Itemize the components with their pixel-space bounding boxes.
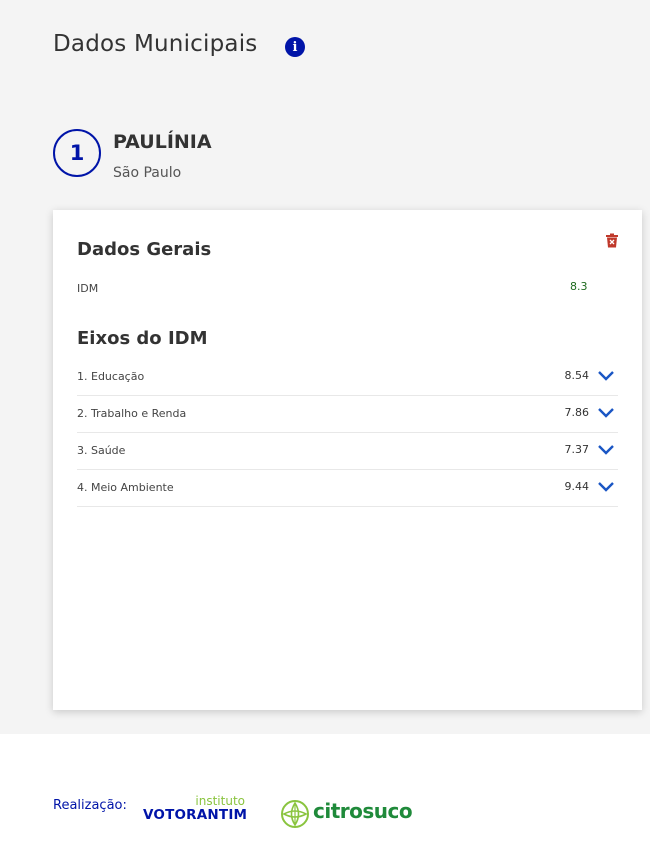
citrosuco-logo: citrosuco — [280, 798, 413, 830]
votorantim-logo: instituto VOTORANTIM — [143, 794, 247, 826]
municipality-card: Dados Gerais IDM 8.3 Eixos do IDM 1. Edu… — [53, 210, 642, 710]
axis-label: 1. Educação — [77, 370, 145, 383]
page-title: Dados Municipais — [53, 31, 258, 57]
chevron-down-icon[interactable] — [597, 442, 615, 456]
chevron-down-icon[interactable] — [597, 368, 615, 382]
chevron-down-icon[interactable] — [597, 479, 615, 493]
city-name: PAULÍNIA — [113, 131, 212, 153]
axis-row-work-income[interactable]: 2. Trabalho e Renda 7.86 — [77, 396, 618, 433]
axis-row-environment[interactable]: 4. Meio Ambiente 9.44 — [77, 470, 618, 507]
citrosuco-leaf-icon — [281, 800, 309, 828]
content-area: Dados Municipais i 1 PAULÍNIA São Paulo … — [0, 0, 650, 734]
axes-title: Eixos do IDM — [77, 328, 208, 349]
axis-label: 4. Meio Ambiente — [77, 481, 174, 494]
citrosuco-wordmark: citrosuco — [313, 799, 413, 823]
axis-row-education[interactable]: 1. Educação 8.54 — [77, 359, 618, 396]
axis-label: 2. Trabalho e Renda — [77, 407, 187, 420]
axis-value: 7.37 — [564, 443, 590, 456]
general-data-title: Dados Gerais — [77, 239, 212, 260]
votorantim-logo-top: instituto — [195, 794, 245, 808]
idm-label: IDM — [77, 282, 99, 295]
trash-icon[interactable] — [605, 233, 619, 248]
axis-label: 3. Saúde — [77, 444, 126, 457]
axis-value: 9.44 — [564, 480, 590, 493]
chevron-down-icon[interactable] — [597, 405, 615, 419]
idm-value: 8.3 — [570, 280, 588, 293]
axis-value: 8.54 — [564, 369, 590, 382]
state-name: São Paulo — [113, 165, 182, 181]
realizacao-label: Realização: — [53, 798, 127, 813]
axis-row-health[interactable]: 3. Saúde 7.37 — [77, 433, 618, 470]
axis-value: 7.86 — [564, 406, 590, 419]
info-icon[interactable]: i — [285, 37, 305, 57]
votorantim-logo-bottom: VOTORANTIM — [143, 807, 248, 823]
rank-badge: 1 — [53, 129, 101, 177]
